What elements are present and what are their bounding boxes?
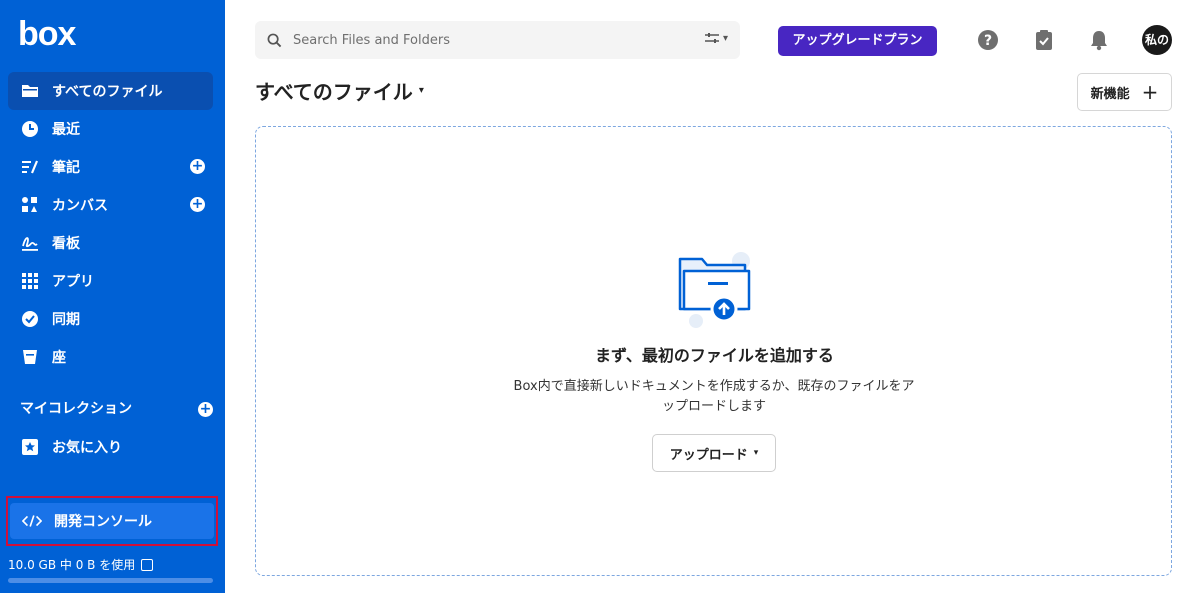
- sidebar-item-label: 看板: [52, 236, 80, 252]
- sidebar-item-sign[interactable]: 看板: [8, 224, 213, 262]
- my-collections-heading: マイコレクション +: [20, 398, 213, 420]
- external-link-icon[interactable]: [141, 558, 154, 571]
- box-logo[interactable]: box: [18, 14, 76, 54]
- chevron-down-icon: ▾: [418, 85, 424, 96]
- sidebar-item-label: お気に入り: [52, 440, 122, 456]
- file-drop-zone[interactable]: まず、最初のファイルを追加する Box内で直接新しいドキュメントを作成するか、既…: [255, 126, 1172, 576]
- page-title-text: すべてのファイル: [255, 80, 413, 104]
- sidebar-item-label: 開発コンソール: [54, 514, 152, 530]
- code-icon: [10, 513, 54, 529]
- sidebar-item-recent[interactable]: 最近: [8, 110, 213, 148]
- upload-button-label: アップロード: [669, 447, 748, 463]
- canvas-icon: [8, 196, 52, 214]
- sidebar-item-canvas[interactable]: カンバス +: [8, 186, 213, 224]
- folder-upload-illustration-icon: [674, 249, 754, 329]
- sidebar-item-label: 最近: [52, 122, 80, 138]
- sidebar-item-label: 座: [52, 350, 66, 366]
- add-collection-icon[interactable]: +: [198, 402, 213, 417]
- upgrade-plan-button[interactable]: アップグレードプラン: [778, 26, 937, 56]
- sidebar-item-dev-console[interactable]: 開発コンソール: [10, 503, 214, 539]
- user-avatar[interactable]: 私の: [1142, 25, 1172, 55]
- sidebar-item-label: カンバス: [52, 198, 108, 214]
- svg-text:?: ?: [984, 33, 992, 49]
- add-canvas-icon[interactable]: +: [190, 197, 205, 212]
- dev-console-highlight: 開発コンソール: [6, 496, 218, 546]
- app-root: box すべてのファイル 最近 筆記 + カンバス + 看板 アプリ 同期 座 …: [0, 0, 1200, 593]
- search-bar: ▾: [255, 21, 740, 59]
- sidebar-item-apps[interactable]: アプリ: [8, 262, 213, 300]
- search-input[interactable]: [293, 32, 683, 48]
- new-button-label: 新機能: [1090, 86, 1130, 102]
- sidebar-item-label: 同期: [52, 312, 80, 328]
- collections-heading-label: マイコレクション: [20, 401, 132, 417]
- empty-desc-line-1: Box内で直接新しいドキュメントを作成するか、既存のファイルをア: [513, 379, 915, 394]
- sidebar-item-label: 筆記: [52, 160, 80, 176]
- empty-state-title: まず、最初のファイルを追加する: [595, 346, 834, 365]
- sidebar: box すべてのファイル 最近 筆記 + カンバス + 看板 アプリ 同期 座 …: [0, 0, 225, 593]
- tasks-clipboard-icon[interactable]: [1033, 29, 1055, 51]
- add-note-icon[interactable]: +: [190, 159, 205, 174]
- sync-check-icon: [8, 310, 52, 328]
- storage-usage: 10.0 GB 中 0 B を使用: [8, 556, 154, 573]
- sidebar-item-all-files[interactable]: すべてのファイル: [8, 72, 213, 110]
- sign-icon: [8, 234, 52, 252]
- upload-button[interactable]: アップロード ▾: [652, 434, 776, 472]
- sidebar-item-notes[interactable]: 筆記 +: [8, 148, 213, 186]
- sidebar-item-label: アプリ: [52, 274, 94, 290]
- notifications-bell-icon[interactable]: [1088, 29, 1110, 51]
- empty-desc-line-2: ップロードします: [661, 399, 766, 414]
- notes-icon: [8, 158, 52, 176]
- clock-icon: [8, 120, 52, 138]
- storage-text: 10.0 GB 中 0 B を使用: [8, 558, 136, 572]
- help-icon[interactable]: ?: [977, 29, 999, 51]
- page-title[interactable]: すべてのファイル ▾: [255, 76, 424, 105]
- sidebar-item-label: すべてのファイル: [52, 84, 163, 100]
- search-filter-icon[interactable]: ▾: [704, 32, 728, 44]
- apps-grid-icon: [8, 272, 52, 290]
- sidebar-item-favorites[interactable]: お気に入り: [8, 428, 213, 466]
- folder-icon: [8, 82, 52, 100]
- sidebar-item-sync[interactable]: 同期: [8, 300, 213, 338]
- search-icon: [255, 33, 293, 48]
- trash-icon: [8, 348, 52, 366]
- sidebar-item-trash[interactable]: 座: [8, 338, 213, 376]
- plus-icon: +: [1141, 80, 1159, 104]
- favorites-icon: [8, 438, 52, 456]
- new-button[interactable]: 新機能 +: [1077, 73, 1172, 111]
- chevron-down-icon: ▾: [753, 448, 759, 458]
- empty-state-description: Box内で直接新しいドキュメントを作成するか、既存のファイルをア ップロードしま…: [504, 377, 924, 417]
- storage-progress-bar: [8, 578, 213, 583]
